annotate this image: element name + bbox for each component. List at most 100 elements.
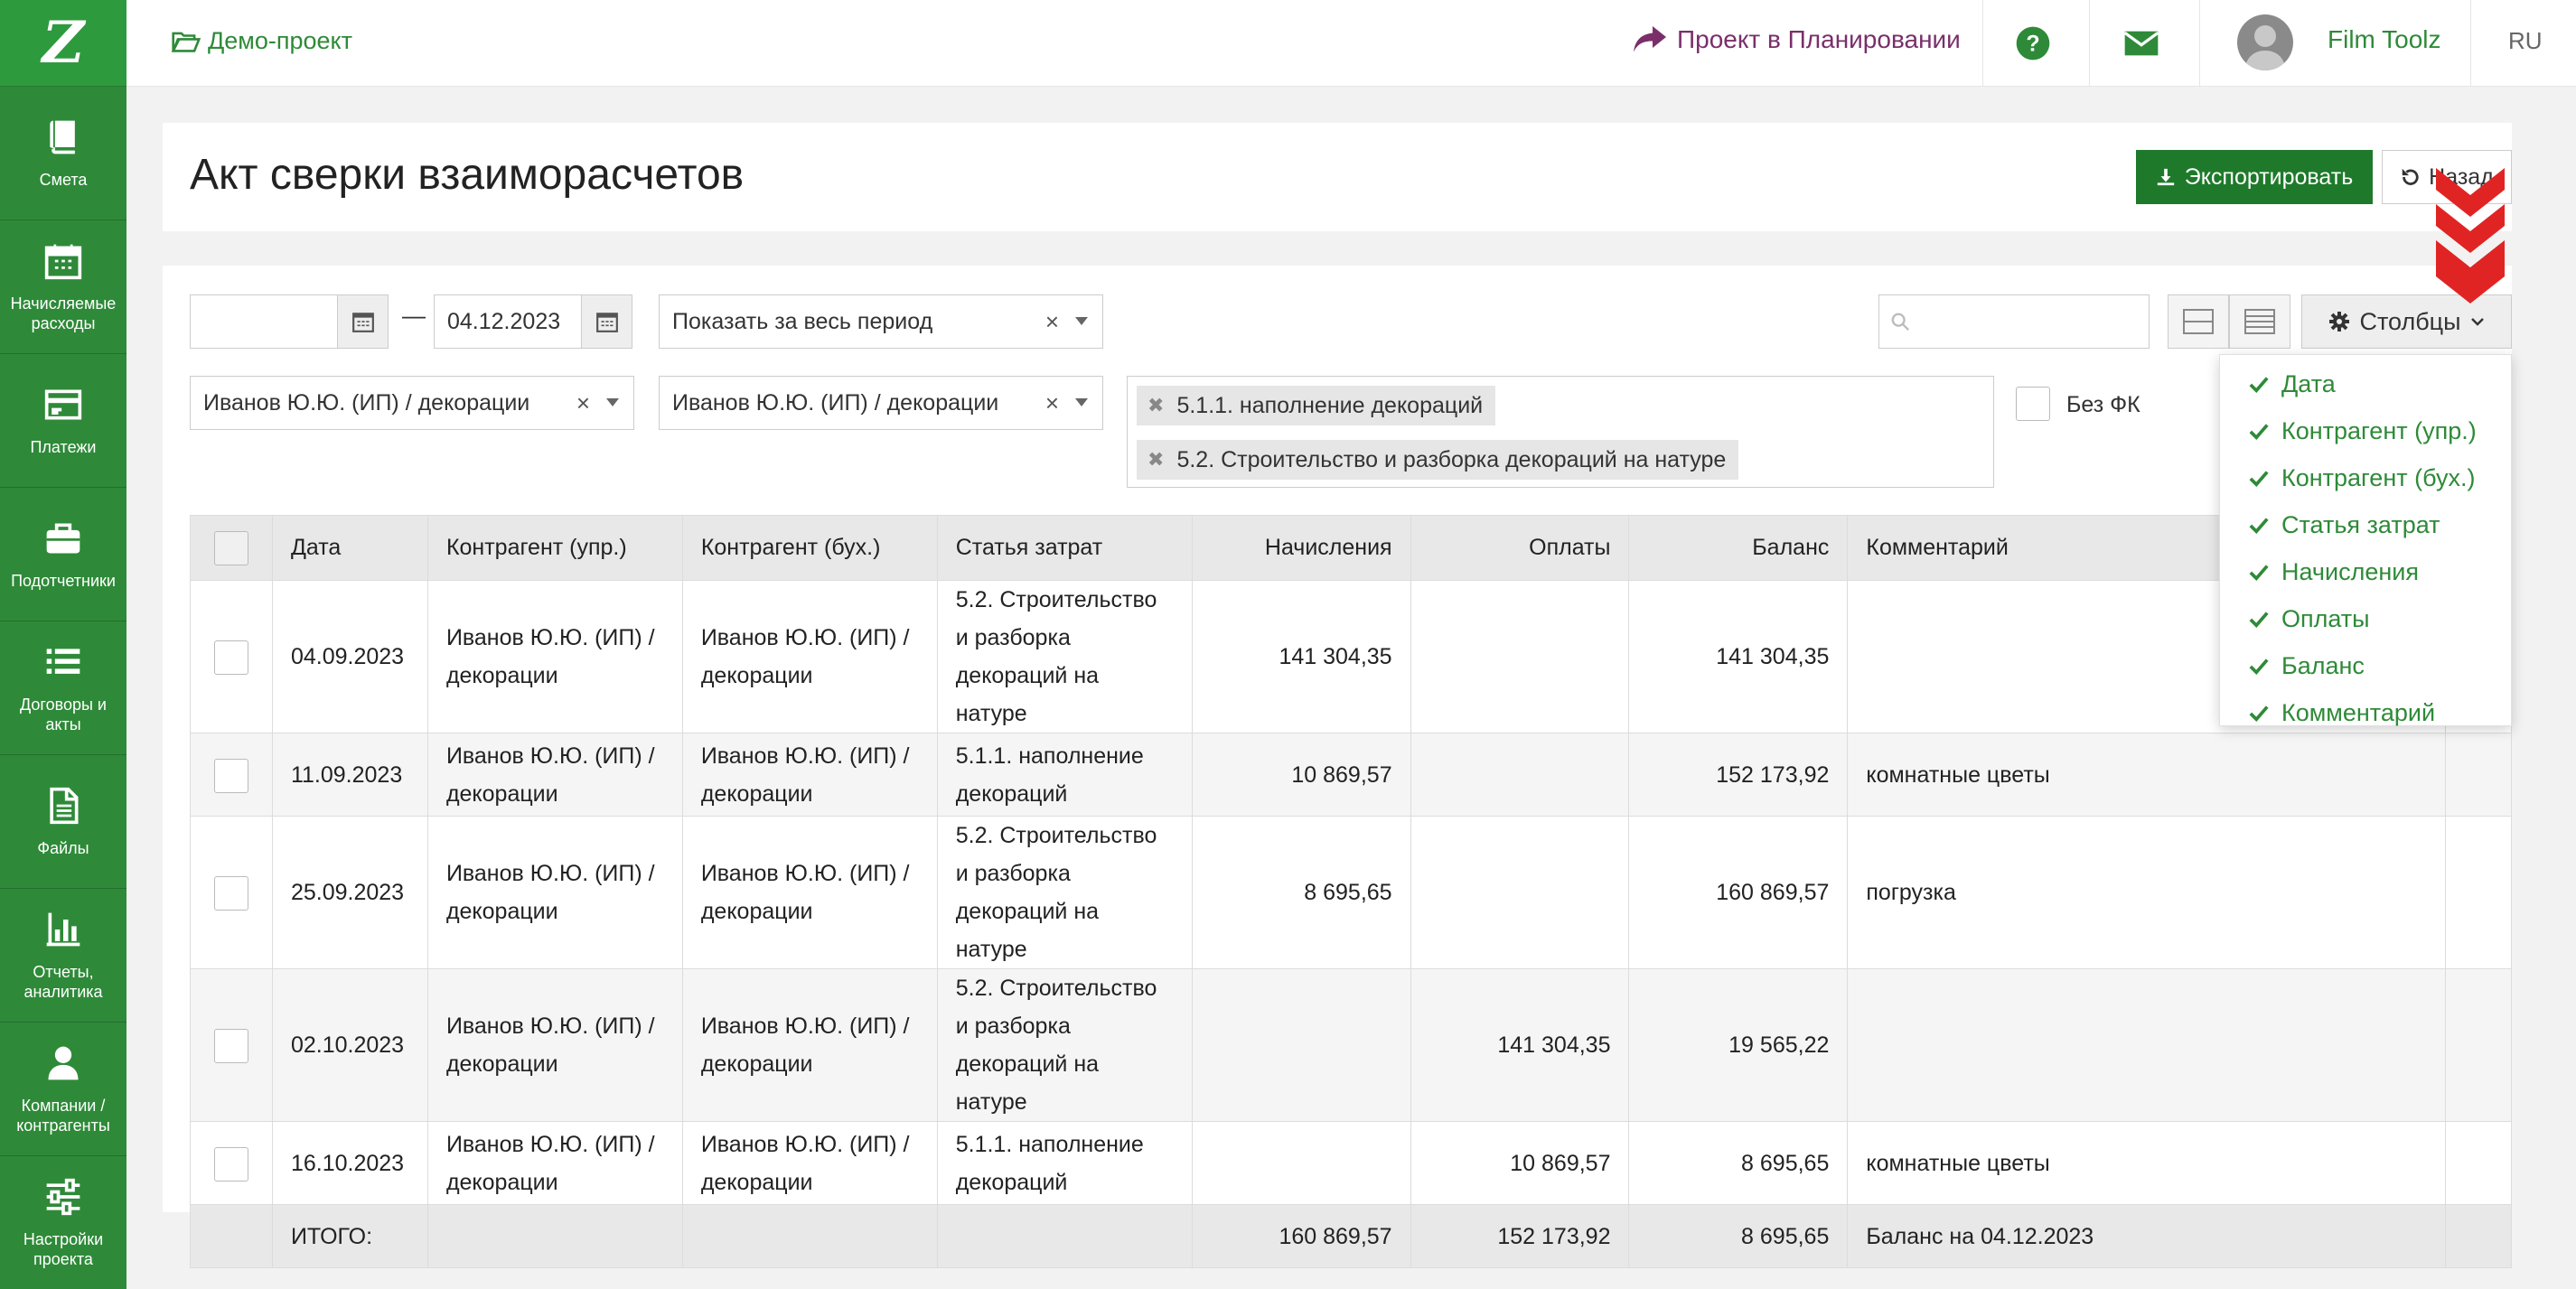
sidebar-item-files[interactable]: Файлы [0,755,126,889]
column-toggle-cost-article[interactable]: Статья затрат [2220,501,2511,548]
remove-tag-icon[interactable]: ✖ [1147,448,1164,472]
column-toggle-label: Оплаты [2281,604,2370,632]
language-switch[interactable]: RU [2508,27,2543,55]
counterparty-acc-select[interactable]: Иванов Ю.Ю. (ИП) / декорации × [659,376,1103,430]
column-toggle-label: Дата [2281,369,2336,397]
avatar[interactable] [2237,14,2293,70]
row-checkbox[interactable] [213,1029,248,1064]
column-toggle-payments[interactable]: Оплаты [2220,595,2511,642]
table-row[interactable]: 04.09.2023 Иванов Ю.Ю. (ИП) / декорации … [190,580,2513,733]
cell-date: 04.09.2023 [271,580,428,733]
no-fk-checkbox[interactable] [2016,387,2050,421]
logo[interactable]: Z [0,0,126,87]
caret-down-icon [1075,317,1088,325]
row-select-cell [190,733,273,817]
date-to-value: 04.12.2023 [447,308,561,334]
chevron-down-arrows-icon [2436,168,2505,304]
column-toggle-counterparty-acc[interactable]: Контрагент (бух.) [2220,454,2511,501]
column-header-date[interactable]: Дата [271,515,428,581]
column-header-balance[interactable]: Баланс [1628,515,1849,581]
column-toggle-accruals[interactable]: Начисления [2220,548,2511,595]
column-toggle-counterparty-mgmt[interactable]: Контрагент (упр.) [2220,407,2511,454]
cell-counterparty-acc: Иванов Ю.Ю. (ИП) / декорации [681,816,938,969]
columns-label: Столбцы [2359,307,2461,335]
column-header-accruals[interactable]: Начисления [1191,515,1411,581]
sidebar-item-settings[interactable]: Настройки проекта [0,1156,126,1289]
column-header-counterparty-acc[interactable]: Контрагент (бух.) [681,515,938,581]
export-button[interactable]: Экспортировать [2136,150,2373,204]
cell-payment [1410,733,1630,817]
book-icon [50,120,75,154]
table-header-row: Дата Контрагент (упр.) Контрагент (бух.)… [190,515,2513,581]
project-link[interactable]: Демо-проект [172,27,352,55]
cost-article-multiselect[interactable]: ✖ 5.1.1. наполнение декораций ✖ 5.2. Стр… [1127,376,1994,488]
divider [2470,0,2471,87]
cell-counterparty-acc: Иванов Ю.Ю. (ИП) / декорации [681,580,938,733]
search-input[interactable] [1878,294,2150,349]
calendar-button[interactable] [581,295,632,348]
page-title: Акт сверки взаиморасчетов [190,151,745,199]
cell-cost-article: 5.2. Строительство и разборка декораций … [936,580,1193,733]
table-row[interactable]: 11.09.2023 Иванов Ю.Ю. (ИП) / декорации … [190,733,2513,817]
date-from-field[interactable] [190,294,389,349]
user-name[interactable]: Film Toolz [2328,25,2441,54]
cell-date: 25.09.2023 [271,816,428,969]
column-toggle-label: Начисления [2281,557,2419,585]
cell-extra [2444,816,2513,969]
view-expanded-button[interactable] [2229,294,2290,349]
sidebar-item-estimate[interactable]: Смета [0,87,126,220]
row-checkbox[interactable] [213,640,248,676]
divider [2089,0,2090,87]
cell-accrual [1191,1121,1411,1205]
clear-icon[interactable]: × [1045,308,1059,336]
clear-icon[interactable]: × [576,389,590,417]
table-row[interactable]: 25.09.2023 Иванов Ю.Ю. (ИП) / декорации … [190,816,2513,969]
view-compact-button[interactable] [2168,294,2229,349]
sidebar-item-companies[interactable]: Компании / контрагенты [0,1023,126,1156]
cell-counterparty-acc: Иванов Ю.Ю. (ИП) / декорации [681,733,938,817]
user-avatar-icon [2244,25,2286,70]
table-row[interactable]: 16.10.2023 Иванов Ю.Ю. (ИП) / декорации … [190,1121,2513,1205]
rows-compact-icon [2183,309,2214,334]
gear-icon [2329,312,2350,332]
sidebar-item-reports[interactable]: Отчеты, аналитика [0,889,126,1023]
period-select[interactable]: Показать за весь период × [659,294,1103,349]
sidebar-item-payments[interactable]: Платежи [0,354,126,488]
column-toggle-date[interactable]: Дата [2220,360,2511,407]
mail-icon[interactable] [2123,25,2159,61]
total-empty-cell [936,1204,1193,1268]
column-toggle-label: Комментарий [2281,698,2436,726]
sidebar-item-accountable[interactable]: Подотчетники [0,488,126,621]
calendar-button[interactable] [337,295,388,348]
column-toggle-comment[interactable]: Комментарий [2220,689,2511,736]
check-icon [2249,705,2269,723]
tag-label: 5.2. Строительство и разборка декораций … [1176,446,1727,472]
column-header-counterparty-mgmt[interactable]: Контрагент (упр.) [426,515,683,581]
project-name: Демо-проект [208,27,353,54]
bar-chart-icon [46,912,80,946]
counterparty-mgmt-select[interactable]: Иванов Ю.Ю. (ИП) / декорации × [190,376,634,430]
planning-link[interactable]: Проект в Планировании [1634,25,1961,54]
no-fk-label: Без ФК [2066,392,2140,417]
sidebar-item-label: Файлы [37,838,89,857]
select-all-checkbox[interactable] [213,530,248,565]
table-row[interactable]: 02.10.2023 Иванов Ю.Ю. (ИП) / декорации … [190,968,2513,1122]
sidebar-item-label: Смета [39,170,88,189]
search-icon [1891,313,1909,331]
clear-icon[interactable]: × [1045,389,1059,417]
total-empty-cell [2444,1204,2513,1268]
row-checkbox[interactable] [213,876,248,911]
help-icon[interactable]: ? [2015,25,2051,61]
row-checkbox[interactable] [213,758,248,793]
caret-down-icon [606,398,619,406]
column-toggle-balance[interactable]: Баланс [2220,642,2511,689]
row-checkbox[interactable] [213,1146,248,1182]
column-header-cost-article[interactable]: Статья затрат [936,515,1193,581]
cell-cost-article: 5.2. Строительство и разборка декораций … [936,968,1193,1122]
sidebar-item-label: Настройки проекта [23,1229,104,1268]
sidebar-item-accrued-expenses[interactable]: Начисляемые расходы [0,220,126,354]
column-header-payments[interactable]: Оплаты [1410,515,1630,581]
sidebar-item-contracts[interactable]: Договоры и акты [0,621,126,755]
remove-tag-icon[interactable]: ✖ [1147,394,1164,417]
date-to-field[interactable]: 04.12.2023 [434,294,632,349]
